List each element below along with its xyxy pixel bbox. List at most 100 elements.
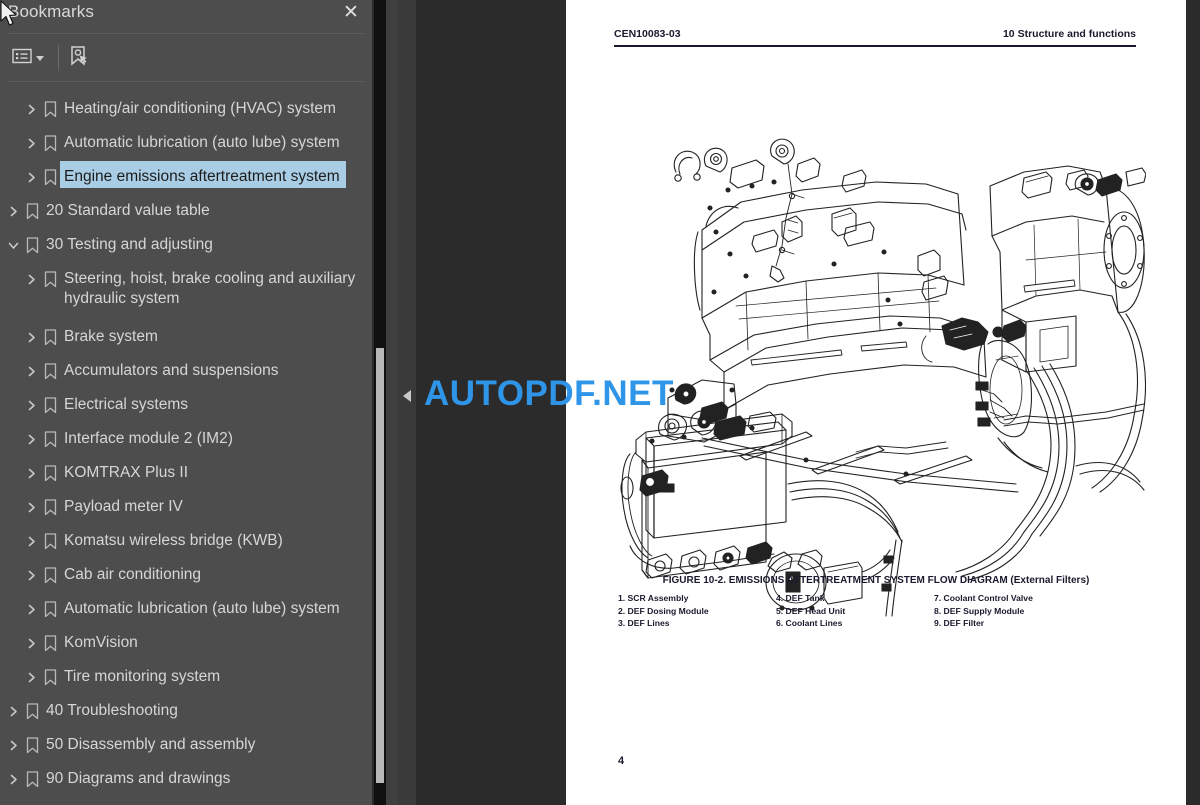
pdf-page: CEN10083-03 10 Structure and functions F…	[566, 0, 1186, 805]
bookmark-item-label: Automatic lubrication (auto lube) system	[64, 600, 340, 617]
bookmark-item-label: Cab air conditioning	[64, 566, 202, 583]
bookmark-icon	[22, 228, 42, 262]
chevron-right-icon[interactable]	[22, 388, 40, 422]
legend-column: 4. DEF Tank 5. DEF Head Unit 6. Coolant Li…	[776, 592, 934, 630]
bookmark-tree-item[interactable]: 90 Diagrams and drawings	[0, 762, 372, 796]
bookmark-tree-item[interactable]: KomVision	[0, 626, 372, 660]
legend-item: 9. DEF Filter	[934, 618, 985, 629]
chevron-right-icon[interactable]	[22, 320, 40, 354]
legend-item: 3. DEF Lines	[618, 618, 670, 629]
figure-legend: 1. SCR Assembly 2. DEF Dosing Module 3. DE…	[618, 592, 1138, 630]
bookmarks-scrollbar[interactable]	[374, 0, 386, 805]
pdf-viewer: CEN10083-03 10 Structure and functions F…	[416, 0, 1200, 805]
legend-item: 4. DEF Tank	[776, 593, 825, 603]
chevron-right-icon[interactable]	[4, 728, 22, 762]
bookmark-icon	[40, 354, 60, 388]
chevron-right-icon[interactable]	[22, 524, 40, 558]
bookmark-icon	[40, 92, 60, 126]
header-divider	[8, 33, 364, 34]
bookmark-tree-item[interactable]: 20 Standard value table	[0, 194, 372, 228]
legend-item: 1. SCR Assembly	[618, 593, 689, 603]
page-header: CEN10083-03 10 Structure and functions	[614, 28, 1136, 40]
bookmark-icon	[40, 660, 60, 694]
bookmark-tree-item[interactable]: KOMTRAX Plus II	[0, 456, 372, 490]
bookmark-tree-item[interactable]: Automatic lubrication (auto lube) system	[0, 592, 372, 626]
bookmark-icon	[40, 524, 60, 558]
bookmarks-panel-header: Bookmarks ✕	[0, 0, 372, 30]
technical-diagram	[606, 60, 1147, 620]
header-rule	[614, 45, 1136, 47]
chevron-right-icon[interactable]	[22, 354, 40, 388]
bookmark-tree-item[interactable]: Engine emissions aftertreatment system	[0, 160, 372, 194]
bookmark-icon	[22, 194, 42, 228]
legend-item: 2. DEF Dosing Module	[618, 605, 709, 616]
bookmarks-toolbar	[0, 40, 372, 76]
bookmark-icon	[40, 422, 60, 456]
list-options-icon	[12, 48, 32, 69]
bookmark-item-label: Komatsu wireless bridge (KWB)	[64, 532, 283, 549]
bookmark-item-label: 50 Disassembly and assembly	[46, 736, 256, 753]
bookmark-tree-item[interactable]: Accumulators and suspensions	[0, 354, 372, 388]
bookmark-item-label: 30 Testing and adjusting	[46, 236, 213, 253]
chevron-right-icon[interactable]	[22, 92, 40, 126]
bookmark-tree-item[interactable]: Steering, hoist, brake cooling and auxil…	[0, 262, 372, 320]
chevron-right-icon[interactable]	[4, 694, 22, 728]
document-code: CEN10083-03	[614, 28, 681, 40]
panel-collapse-button[interactable]	[398, 0, 416, 805]
bookmark-tree-item[interactable]: Electrical systems	[0, 388, 372, 422]
bookmark-tree-item[interactable]: Brake system	[0, 320, 372, 354]
bookmark-tree-item[interactable]: Payload meter IV	[0, 490, 372, 524]
bookmark-tree-item[interactable]: Tire monitoring system	[0, 660, 372, 694]
chevron-down-icon	[36, 55, 44, 61]
panel-title: Bookmarks	[8, 2, 94, 21]
bookmark-item-label: Tire monitoring system	[64, 668, 221, 685]
find-bookmark-icon	[68, 45, 90, 72]
bookmark-item-label: Interface module 2 (IM2)	[64, 430, 233, 447]
chevron-right-icon[interactable]	[22, 262, 40, 296]
bookmark-item-label: KomVision	[64, 634, 138, 651]
bookmark-item-label: Payload meter IV	[64, 498, 183, 515]
bookmark-icon	[40, 592, 60, 626]
bookmark-item-label: Steering, hoist, brake cooling and auxil…	[64, 270, 360, 307]
chevron-right-icon[interactable]	[22, 592, 40, 626]
bookmark-tree[interactable]: Heating/air conditioning (HVAC) system Au…	[0, 92, 372, 805]
figure-caption: FIGURE 10-2. EMISSIONS AFTERTREATMENT SY…	[662, 575, 1090, 586]
bookmark-icon	[40, 262, 60, 296]
list-options-button[interactable]	[12, 43, 44, 73]
toolbar-divider	[8, 81, 364, 82]
chevron-right-icon[interactable]	[4, 762, 22, 796]
bookmark-tree-item[interactable]: 50 Disassembly and assembly	[0, 728, 372, 762]
bookmark-tree-item[interactable]: 30 Testing and adjusting	[0, 228, 372, 262]
scrollbar-thumb[interactable]	[376, 348, 384, 783]
chevron-right-icon[interactable]	[22, 456, 40, 490]
chevron-right-icon[interactable]	[22, 422, 40, 456]
panel-resize-handle[interactable]	[386, 0, 398, 805]
bookmark-tree-item[interactable]: Interface module 2 (IM2)	[0, 422, 372, 456]
bookmark-icon	[40, 160, 60, 194]
bookmark-tree-item[interactable]: Automatic lubrication (auto lube) system	[0, 126, 372, 160]
bookmark-icon	[40, 558, 60, 592]
bookmark-icon	[40, 490, 60, 524]
bookmark-item-label: 40 Troubleshooting	[46, 702, 178, 719]
bookmark-item-label: KOMTRAX Plus II	[64, 464, 189, 481]
bookmark-item-label: Accumulators and suspensions	[64, 362, 279, 379]
bookmark-item-label: Engine emissions aftertreatment system	[59, 160, 347, 189]
find-bookmark-button[interactable]	[68, 43, 90, 73]
close-icon[interactable]: ✕	[340, 2, 362, 24]
chevron-right-icon[interactable]	[4, 194, 22, 228]
bookmark-tree-item[interactable]: Cab air conditioning	[0, 558, 372, 592]
bookmark-tree-item[interactable]: Heating/air conditioning (HVAC) system	[0, 92, 372, 126]
bookmark-tree-item[interactable]: 40 Troubleshooting	[0, 694, 372, 728]
bookmark-icon	[40, 126, 60, 160]
legend-item: 6. Coolant Lines	[776, 618, 843, 629]
chevron-right-icon[interactable]	[22, 126, 40, 160]
chevron-right-icon[interactable]	[22, 660, 40, 694]
legend-column: 1. SCR Assembly 2. DEF Dosing Module 3. DE…	[618, 592, 776, 630]
bookmark-item-label: 20 Standard value table	[46, 202, 210, 219]
bookmark-tree-item[interactable]: Komatsu wireless bridge (KWB)	[0, 524, 372, 558]
chevron-down-icon[interactable]	[4, 228, 22, 262]
chevron-right-icon[interactable]	[22, 626, 40, 660]
chevron-right-icon[interactable]	[22, 558, 40, 592]
chevron-right-icon[interactable]	[22, 490, 40, 524]
chevron-right-icon[interactable]	[22, 160, 40, 194]
